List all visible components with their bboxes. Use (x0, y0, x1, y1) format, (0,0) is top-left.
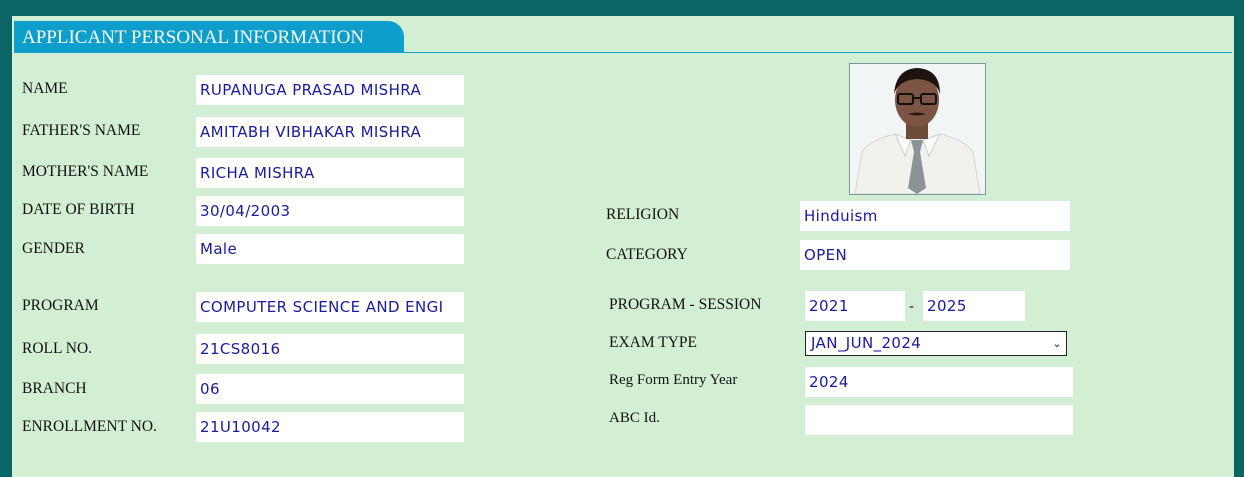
mother-name-field[interactable]: RICHA MISHRA (196, 158, 464, 188)
branch-label: BRANCH (22, 380, 87, 397)
person-photo-icon (850, 64, 985, 194)
reg-form-entry-year-label: Reg Form Entry Year (609, 372, 738, 388)
exam-type-value: JAN_JUN_2024 (811, 334, 922, 352)
exam-type-select[interactable]: JAN_JUN_2024 ⌄ (805, 331, 1067, 356)
exam-type-label: EXAM TYPE (609, 334, 697, 351)
dob-label: DATE OF BIRTH (22, 201, 135, 218)
section-title: APPLICANT PERSONAL INFORMATION (14, 21, 404, 52)
name-field[interactable]: RUPANUGA PRASAD MISHRA (196, 75, 464, 105)
applicant-photo (849, 63, 986, 195)
category-field[interactable]: OPEN (800, 240, 1070, 270)
personal-info-panel: APPLICANT PERSONAL INFORMATION NAME RUPA… (12, 16, 1234, 477)
reg-form-entry-year-field[interactable]: 2024 (805, 367, 1073, 397)
program-field[interactable]: COMPUTER SCIENCE AND ENGI (196, 292, 464, 322)
abc-id-field[interactable] (805, 405, 1073, 435)
gender-label: GENDER (22, 240, 85, 257)
father-name-label: FATHER'S NAME (22, 122, 141, 139)
roll-no-label: ROLL NO. (22, 340, 93, 357)
session-separator: - (909, 298, 914, 315)
enrollment-no-label: ENROLLMENT NO. (22, 418, 157, 435)
religion-field[interactable]: Hinduism (800, 201, 1070, 231)
religion-label: RELIGION (606, 206, 680, 223)
category-label: CATEGORY (606, 246, 688, 263)
mother-name-label: MOTHER'S NAME (22, 163, 149, 180)
branch-field[interactable]: 06 (196, 374, 464, 404)
enrollment-no-field[interactable]: 21U10042 (196, 412, 464, 442)
gender-field[interactable]: Male (196, 234, 464, 264)
session-start-field[interactable]: 2021 (805, 291, 905, 321)
chevron-down-icon: ⌄ (1052, 337, 1062, 350)
header-divider (14, 52, 1232, 53)
roll-no-field[interactable]: 21CS8016 (196, 334, 464, 364)
dob-field[interactable]: 30/04/2003 (196, 196, 464, 226)
session-end-field[interactable]: 2025 (923, 291, 1025, 321)
abc-id-label: ABC Id. (609, 410, 660, 426)
name-label: NAME (22, 80, 68, 97)
program-session-label: PROGRAM - SESSION (609, 296, 762, 313)
father-name-field[interactable]: AMITABH VIBHAKAR MISHRA (196, 117, 464, 147)
program-label: PROGRAM (22, 297, 99, 314)
